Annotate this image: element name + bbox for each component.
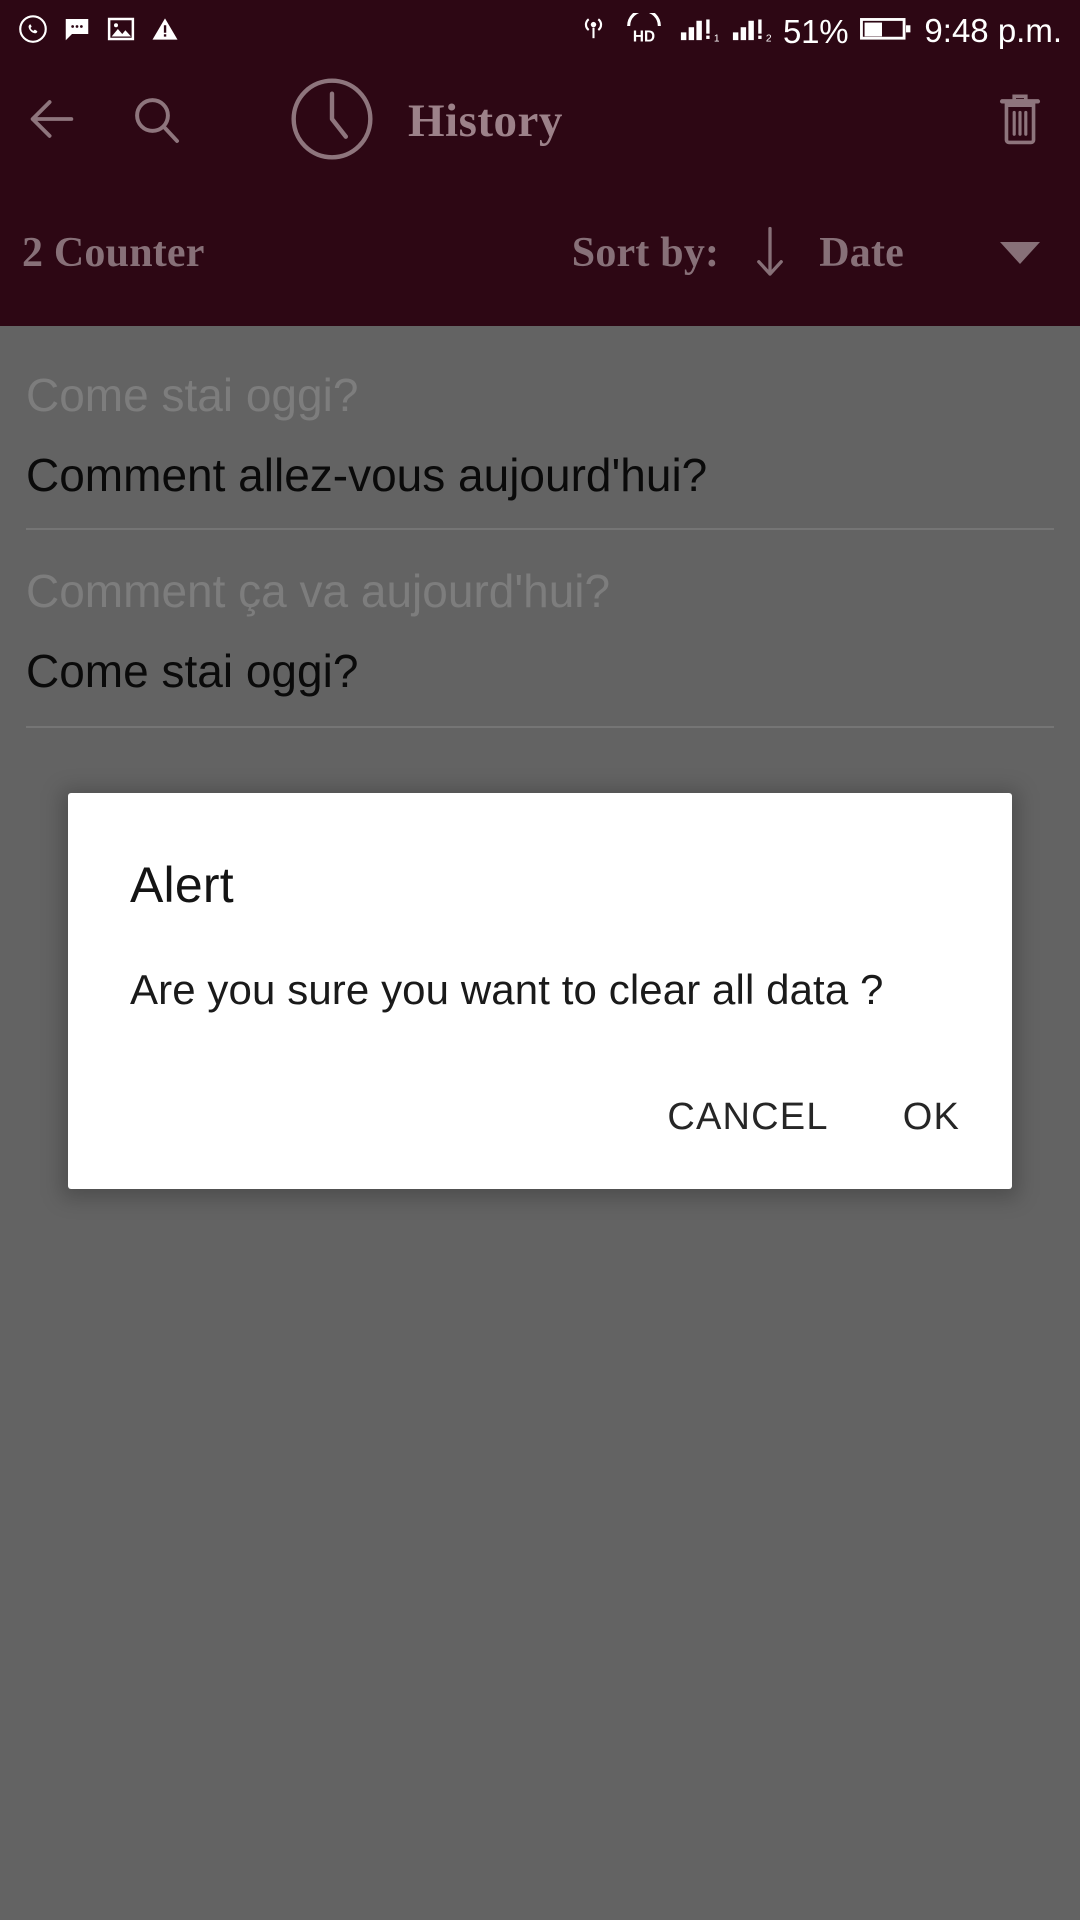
battery-icon [860,13,912,49]
battery-percent-label: 51% [782,12,849,50]
page-title: History [408,95,563,147]
hotspot-icon [578,13,609,49]
status-bar-system-icons: HD 1 2 [578,9,1062,50]
chevron-down-icon[interactable] [1000,242,1040,264]
hd-voice-icon: HD [621,9,667,49]
sort-by-label: Sort by: [571,230,720,276]
arrow-left-icon [23,90,81,153]
history-source-text: Comment ça va aujourd'hui? [26,565,611,617]
svg-text:2: 2 [766,33,771,44]
app-bar-title-group: History [286,73,563,170]
dialog-message: Are you sure you want to clear all data … [130,966,884,1013]
history-source-text: Come stai oggi? [26,369,359,421]
app-bar: History [0,62,1080,180]
sort-field-label[interactable]: Date [819,229,904,277]
signal-sim2-icon: 2 [731,13,772,49]
back-button[interactable] [0,62,104,180]
search-button[interactable] [104,62,208,180]
list-item[interactable]: Comment ça va aujourd'hui? Come stai ogg… [0,530,1080,728]
dialog-title: Alert [130,857,234,913]
phone-screen: HD 1 2 [0,0,1080,1920]
list-item[interactable]: Come stai oggi? Comment allez-vous aujou… [0,326,1080,530]
whatsapp-icon [18,14,48,49]
ok-button[interactable]: OK [893,1088,970,1147]
arrow-down-icon[interactable] [749,222,791,284]
trash-icon [991,90,1049,153]
history-target-text: Come stai oggi? [26,645,359,697]
cancel-button[interactable]: CANCEL [657,1088,838,1147]
dialog-actions: CANCEL OK [657,1088,970,1147]
history-target-text: Comment allez-vous aujourd'hui? [26,449,708,501]
counter-label: 2 Counter [22,230,205,276]
svg-text:HD: HD [633,28,655,44]
sort-control[interactable]: Sort by: Date [572,222,1040,284]
status-bar-notification-icons [18,14,180,49]
alert-dialog: Alert Are you sure you want to clear all… [68,793,1012,1189]
warning-icon [150,14,180,49]
list-divider [26,726,1054,728]
signal-sim1-icon: 1 [679,13,720,49]
clear-all-button[interactable] [960,62,1080,180]
sort-bar: 2 Counter Sort by: Date [0,180,1080,326]
status-bar: HD 1 2 [0,0,1080,62]
image-icon [106,14,136,49]
search-icon [128,91,184,152]
clock-time-label: 9:48 p.m. [924,12,1062,49]
svg-text:1: 1 [714,33,719,44]
clock-icon [286,73,378,170]
message-icon [62,14,92,49]
